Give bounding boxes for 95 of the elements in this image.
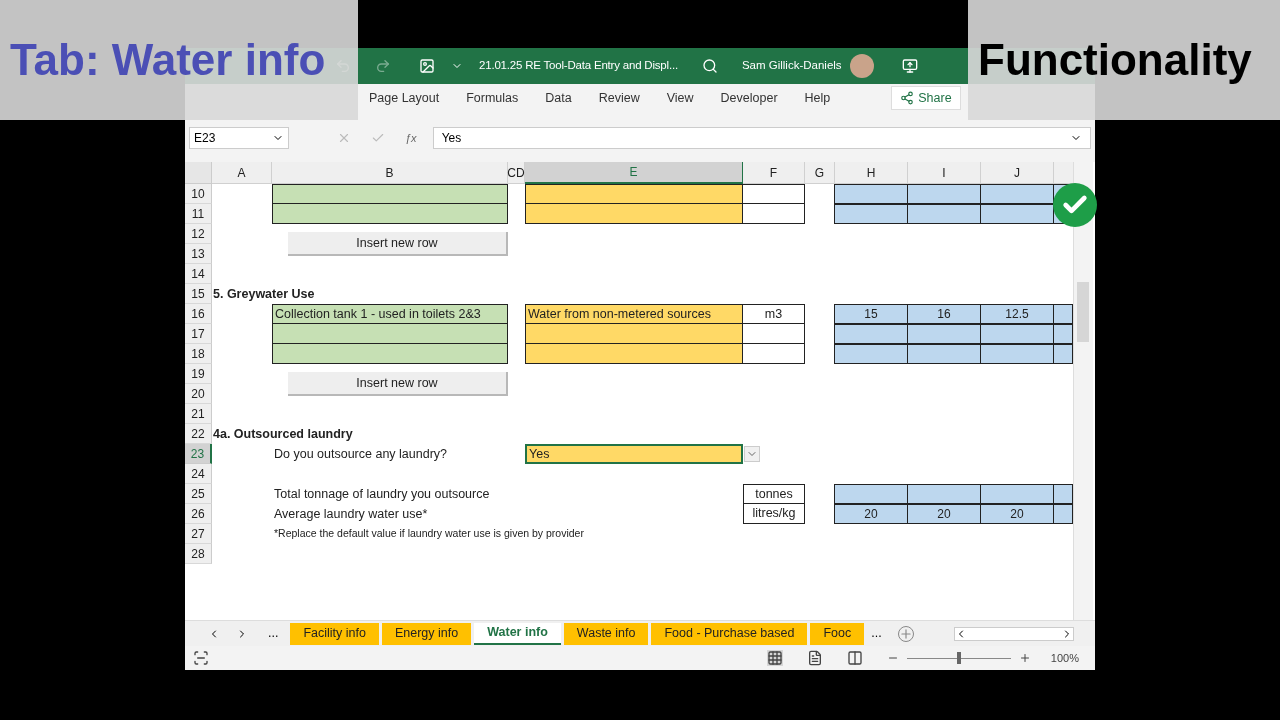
caption-text: Functionality	[978, 34, 1252, 86]
page-layout-icon[interactable]	[806, 650, 823, 666]
column-header[interactable]: A	[212, 162, 272, 184]
table-cell: 12.5	[980, 304, 1054, 324]
table-cell	[742, 343, 805, 364]
row-header[interactable]: 25	[185, 484, 212, 504]
ribbon-tab[interactable]: Data	[545, 88, 572, 108]
ribbon-tab[interactable]: Help	[804, 88, 831, 108]
table-cell: 20	[834, 504, 908, 524]
table-cell: 15	[834, 304, 908, 324]
caption-text: Tab: Water info	[10, 34, 326, 86]
row-header[interactable]: 14	[185, 264, 212, 284]
row-label: Average laundry water use*	[273, 505, 429, 523]
row-header[interactable]: 10	[185, 184, 212, 204]
section-heading: 4a. Outsourced laundry	[212, 425, 354, 443]
question-label: Do you outsource any laundry?	[273, 445, 449, 463]
section-heading: 5. Greywater Use	[212, 285, 316, 303]
ribbon-tab[interactable]: Page Layout	[369, 88, 440, 108]
picture-icon[interactable]	[419, 58, 435, 74]
horizontal-scrollbar[interactable]	[953, 626, 1074, 641]
zoom-thumb[interactable]	[956, 652, 961, 664]
window-title: 21.01.25 RE Tool-Data Entry and Displ...	[479, 58, 678, 74]
share-icon	[900, 91, 915, 105]
avatar[interactable]	[849, 54, 874, 78]
row-header[interactable]: 19	[185, 364, 212, 384]
table-cell: Collection tank 1 - used in toilets 2&3	[272, 304, 508, 324]
normal-view-icon[interactable]	[766, 650, 783, 666]
scroll-thumb[interactable]	[1077, 282, 1089, 342]
ribbon-tab[interactable]: View	[666, 88, 694, 108]
ribbon-tab[interactable]: Review	[598, 88, 640, 108]
column-header[interactable]: G	[805, 162, 835, 184]
vertical-scrollbar[interactable]	[1073, 162, 1093, 620]
name-box[interactable]: E23	[189, 127, 289, 149]
table-cell: m3	[742, 304, 805, 324]
row-header[interactable]: 28	[185, 544, 212, 564]
table-cell: tonnes	[743, 484, 805, 504]
column-header[interactable]: F	[743, 162, 805, 184]
more-sheets-button[interactable]: ...	[268, 624, 279, 643]
zoom-level: 100%	[1050, 650, 1079, 666]
row-header[interactable]: 15	[185, 284, 212, 304]
zoom-slider[interactable]	[906, 652, 1011, 664]
table-cell: 20	[980, 504, 1054, 524]
sheet-tab[interactable]: Energy info	[381, 622, 472, 645]
answer-dropdown[interactable]: Yes	[525, 444, 743, 464]
macro-icon[interactable]	[193, 650, 209, 666]
column-header[interactable]: J	[981, 162, 1054, 184]
table-cell: 16	[907, 304, 981, 324]
column-header[interactable]: B	[272, 162, 508, 184]
table-cell: Water from non-metered sources	[525, 304, 743, 324]
insert-row-button[interactable]: Insert new row	[288, 372, 508, 396]
table-cell	[742, 203, 805, 224]
table-cell	[1053, 304, 1073, 324]
share-button[interactable]: Share	[891, 86, 961, 110]
sheet-tab[interactable]: Fooc	[810, 622, 865, 645]
zoom-in-icon[interactable]	[1018, 652, 1031, 664]
column-header[interactable]: I	[908, 162, 981, 184]
table-cell: 20	[907, 504, 981, 524]
row-header[interactable]: 12	[185, 224, 212, 244]
row-header[interactable]: 26	[185, 504, 212, 524]
table-cell	[1053, 344, 1073, 364]
row-header[interactable]: 16	[185, 304, 212, 324]
sheet-tab[interactable]: Facility info	[290, 622, 379, 645]
row-label: Total tonnage of laundry you outsource	[273, 485, 491, 503]
row-header[interactable]: 24	[185, 464, 212, 484]
table-cell: litres/kg	[743, 503, 805, 524]
row-header[interactable]: 11	[185, 204, 212, 224]
ribbon-tab[interactable]: Developer	[720, 88, 778, 108]
column-header[interactable]: H	[835, 162, 908, 184]
row-header[interactable]: 17	[185, 324, 212, 344]
row-header[interactable]: 20	[185, 384, 212, 404]
column-header[interactable]: CD	[508, 162, 525, 184]
page-break-icon[interactable]	[846, 650, 863, 666]
function-icon[interactable]: ƒx	[405, 129, 417, 147]
table-cell	[1053, 324, 1073, 344]
ribbon-tab[interactable]: Formulas	[466, 88, 519, 108]
more-sheets-button[interactable]: ...	[871, 624, 882, 643]
row-header[interactable]: 22	[185, 424, 212, 444]
table-cell	[1053, 484, 1073, 504]
row-header[interactable]: 13	[185, 244, 212, 264]
row-header[interactable]: 21	[185, 404, 212, 424]
footnote: *Replace the default value if laundry water use is given by provider	[273, 526, 585, 542]
search-icon[interactable]	[701, 58, 718, 74]
column-header[interactable]: E	[525, 162, 743, 184]
sheet-tab[interactable]: Water info	[474, 622, 561, 645]
row-header[interactable]: 23	[185, 444, 212, 464]
row-header[interactable]: 18	[185, 344, 212, 364]
ribbon-display-icon[interactable]	[901, 58, 918, 74]
table-cell	[742, 184, 805, 204]
table-cell	[1053, 504, 1073, 524]
formula-field[interactable]: Yes	[432, 127, 1091, 149]
sheet-tab[interactable]: Food - Purchase based	[651, 622, 808, 645]
user-name: Sam Gillick-Daniels	[741, 58, 842, 74]
sheet-tab[interactable]: Waste info	[563, 622, 649, 645]
row-header[interactable]: 27	[185, 524, 212, 544]
insert-row-button[interactable]: Insert new row	[288, 232, 508, 256]
